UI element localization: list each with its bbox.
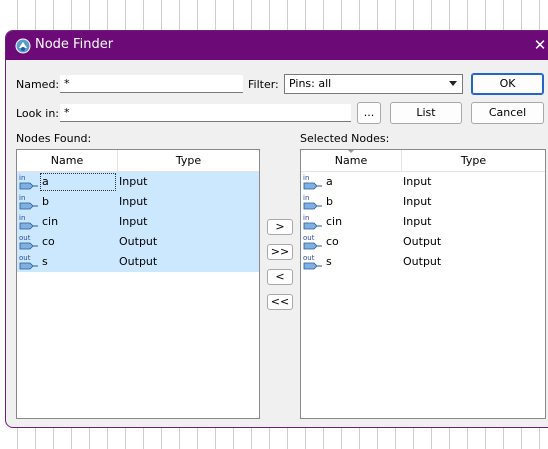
node-type: Output [119,235,158,248]
close-icon[interactable]: ✕ [530,36,548,54]
add-all-button[interactable]: >> [267,244,293,260]
ok-button[interactable]: OK [471,73,544,95]
list-item[interactable]: out co Output [17,232,259,252]
list-item[interactable]: in b Input [301,192,545,212]
svg-text:in: in [19,214,25,222]
node-name: cin [326,215,343,228]
selected-nodes-label: Selected Nodes: [300,132,390,145]
list-item[interactable]: in cin Input [17,212,259,232]
node-finder-dialog: Node Finder ✕ Named: * Filter: Pins: all… [5,30,548,428]
node-type: Input [403,215,432,228]
named-label: Named: [16,78,60,91]
node-type: Input [119,215,148,228]
column-header-name[interactable]: Name [17,150,117,171]
node-name: a [326,175,333,188]
input-pin-icon: in [19,194,38,210]
input-pin-icon: in [19,214,38,230]
list-button[interactable]: List [390,102,462,124]
title-bar[interactable]: Node Finder ✕ [6,31,548,60]
list-item[interactable]: in a Input [301,172,545,192]
svg-text:in: in [303,194,309,202]
list-item[interactable]: out s Output [301,252,545,272]
list-item[interactable]: out s Output [17,252,259,272]
node-name: b [42,195,49,208]
svg-text:in: in [19,194,25,202]
node-type: Input [403,195,432,208]
list-item[interactable]: out co Output [301,232,545,252]
node-name: s [42,255,48,268]
list-item[interactable]: in cin Input [301,212,545,232]
node-type: Output [403,235,442,248]
nodes-found-header: Name Type [17,150,259,172]
svg-text:out: out [19,254,31,262]
node-type: Input [119,195,148,208]
list-item[interactable]: in b Input [17,192,259,212]
input-pin-icon: in [19,174,38,190]
column-header-name[interactable]: Name [301,150,401,171]
input-pin-icon: in [303,214,322,230]
add-button[interactable]: > [267,219,293,235]
node-finder-app-icon [15,38,31,54]
node-type: Input [403,175,432,188]
filter-select[interactable]: Pins: all [284,74,463,94]
svg-text:out: out [303,234,315,242]
column-header-type[interactable]: Type [118,150,259,171]
node-name: co [42,235,55,248]
node-type: Output [119,255,158,268]
filter-label: Filter: [248,78,279,91]
output-pin-icon: out [303,234,322,250]
input-pin-icon: in [303,194,322,210]
node-name: b [326,195,333,208]
selected-nodes-header: Name Type [301,150,545,172]
filter-value: Pins: all [289,77,332,90]
selected-nodes-list[interactable]: Name Type in a Input in b Input in cin Input out c… [300,149,546,419]
look-in-label: Look in: [16,107,59,120]
nodes-found-list[interactable]: Name Type in a Input in b Input in cin Input out c… [16,149,260,419]
named-input[interactable]: * [60,75,243,93]
cancel-button[interactable]: Cancel [471,102,544,124]
svg-text:in: in [303,174,309,182]
output-pin-icon: out [19,254,38,270]
node-name: s [326,255,332,268]
window-title: Node Finder [35,37,114,52]
svg-text:in: in [19,174,25,182]
look-in-input[interactable]: * [60,104,351,122]
remove-button[interactable]: < [267,269,293,285]
remove-all-button[interactable]: << [267,294,293,310]
browse-button[interactable]: ... [357,102,381,124]
output-pin-icon: out [19,234,38,250]
svg-text:out: out [19,234,31,242]
node-type: Output [403,255,442,268]
chevron-down-icon [449,81,457,86]
output-pin-icon: out [303,254,322,270]
node-name: cin [42,215,59,228]
column-header-type[interactable]: Type [402,150,545,171]
svg-text:out: out [303,254,315,262]
node-name: co [326,235,339,248]
nodes-found-label: Nodes Found: [16,132,92,145]
focus-rectangle [40,173,116,191]
svg-text:in: in [303,214,309,222]
input-pin-icon: in [303,174,322,190]
node-type: Input [119,175,148,188]
